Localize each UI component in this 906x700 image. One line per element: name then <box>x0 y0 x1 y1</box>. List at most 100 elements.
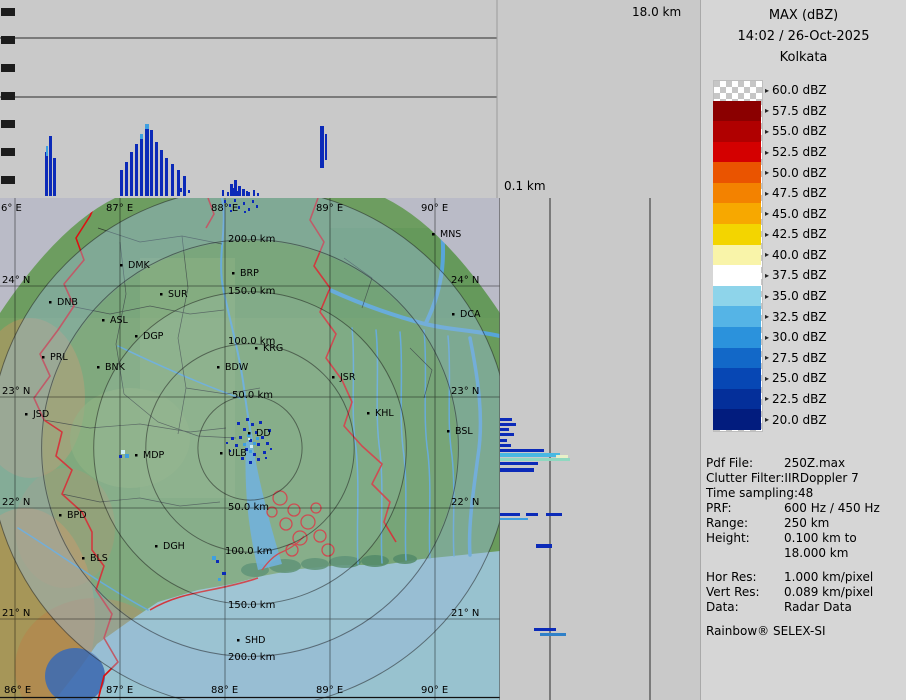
city-label: BNK <box>105 362 126 373</box>
city-label: DMK <box>128 260 151 271</box>
lon-label: 90° E <box>421 685 448 696</box>
city-label: ULB <box>228 448 247 459</box>
scale-row: ▸ 50.0 dBZ <box>713 162 903 183</box>
city-label: DGH <box>163 541 185 552</box>
scale-swatch <box>713 347 761 369</box>
info-row: Vert Res: 0.089 km/pixel <box>706 585 904 600</box>
scale-row: ▸ 30.0 dBZ <box>713 326 903 348</box>
info-label: Pdf File: <box>706 456 754 470</box>
top-height-axis-label: 18.0 km <box>632 5 681 19</box>
scale-label: 40.0 dBZ <box>772 247 827 262</box>
product-title: MAX (dBZ) <box>768 8 839 23</box>
lat-label: 23° N <box>451 386 479 397</box>
side-height-profile-panel <box>500 198 700 700</box>
scale-swatch <box>713 285 761 307</box>
radar-map: 6° E 87° E 88° E 89° E 90° E 86° E 87° E… <box>0 198 500 700</box>
scale-marker-icon: ▸ <box>765 250 770 260</box>
echo-height-bars <box>500 418 570 636</box>
scale-marker-icon: ▸ <box>765 147 770 157</box>
city-label: MNS <box>440 229 461 240</box>
city-label: DGP <box>143 331 164 342</box>
info-value: 250 km <box>784 516 830 530</box>
info-label: Data: <box>706 600 739 614</box>
scale-row: ▸ 60.0 dBZ <box>713 80 903 101</box>
scale-row: ▸ 40.0 dBZ <box>713 244 903 266</box>
scale-label: 57.5 dBZ <box>772 103 827 118</box>
lat-label: 21° N <box>451 608 479 619</box>
info-label: PRF: <box>706 501 732 515</box>
scale-marker-icon: ▸ <box>765 332 770 342</box>
scale-swatch <box>713 121 761 142</box>
color-scale: ▸ 60.0 dBZ ▸ 57.5 dBZ ▸ 55.0 dBZ ▸ 52.5 dBZ … <box>713 80 903 432</box>
scale-label: 55.0 dBZ <box>772 124 827 139</box>
info-value: 250Z.max <box>784 456 846 470</box>
city-label: SHD <box>245 635 266 646</box>
scale-label: 20.0 dBZ <box>772 412 827 427</box>
info-row: Clutter Filter: IIRDoppler 7 <box>706 471 904 486</box>
scale-row: ▸ 52.5 dBZ <box>713 141 903 163</box>
height-axis-ticks <box>1 8 15 184</box>
scale-label: 35.0 dBZ <box>772 289 827 304</box>
lat-label: 23° N <box>2 386 30 397</box>
scale-row: ▸ 55.0 dBZ <box>713 121 903 142</box>
scale-marker-icon: ▸ <box>765 291 770 301</box>
scale-marker-icon: ▸ <box>765 394 770 404</box>
scale-swatch <box>713 100 761 122</box>
city-label: BRP <box>240 268 259 279</box>
lon-label: 86° E <box>4 685 31 696</box>
info-label: Range: <box>706 516 749 530</box>
height-gridlines <box>0 37 497 98</box>
city-label: BDW <box>225 362 249 373</box>
city-label: DNB <box>57 297 78 308</box>
city-label: PRL <box>50 352 68 363</box>
scale-marker-icon: ▸ <box>765 85 770 95</box>
height-gridlines <box>549 198 651 700</box>
lon-label: 6° E <box>1 203 22 214</box>
scale-swatch <box>713 409 761 430</box>
lat-label: 24° N <box>451 275 479 286</box>
scale-row: ▸ 32.5 dBZ <box>713 306 903 327</box>
info-row: Time sampling: 48 <box>706 486 904 501</box>
top-height-profile-panel: 18.0 km 0.1 km <box>0 0 700 198</box>
info-value: 0.089 km/pixel <box>784 585 874 599</box>
scale-row: ▸ 35.0 dBZ <box>713 285 903 307</box>
range-ring-label: 200.0 km <box>228 234 275 245</box>
lon-label: 87° E <box>106 685 133 696</box>
range-ring-label: 50.0 km <box>232 390 273 401</box>
scale-marker-icon: ▸ <box>765 106 770 116</box>
scale-swatch <box>713 80 761 101</box>
scale-label: 60.0 dBZ <box>772 83 827 98</box>
lon-label: 88° E <box>211 685 238 696</box>
city-label: DD <box>256 428 271 439</box>
info-value: 18.000 km <box>784 546 849 560</box>
city-label: JSD <box>32 409 49 420</box>
scale-swatch <box>713 162 761 183</box>
lat-label: 22° N <box>2 497 30 508</box>
scale-label: 50.0 dBZ <box>772 165 827 180</box>
range-ring-label: 150.0 km <box>228 600 275 611</box>
info-row: 18.000 km <box>706 546 904 561</box>
scale-label: 25.0 dBZ <box>772 371 827 386</box>
radar-application: { "top_profile": {"height_label": "18.0 … <box>0 0 906 700</box>
scale-marker-icon: ▸ <box>765 126 770 136</box>
scale-row: ▸ 42.5 dBZ <box>713 224 903 245</box>
lon-label: 89° E <box>316 685 343 696</box>
scale-row: ▸ 37.5 dBZ <box>713 265 903 286</box>
info-label: Height: <box>706 531 750 545</box>
city-label: SUR <box>168 289 188 300</box>
lon-label: 89° E <box>316 203 343 214</box>
info-value: IIRDoppler 7 <box>784 471 859 485</box>
range-ring-label: 50.0 km <box>228 502 269 513</box>
scale-swatch <box>713 182 761 204</box>
scale-swatch <box>713 203 761 225</box>
scale-row: ▸ 57.5 dBZ <box>713 100 903 122</box>
scale-swatch <box>713 224 761 245</box>
info-value: 0.100 km to <box>784 531 857 545</box>
scale-label: 32.5 dBZ <box>772 309 827 324</box>
scale-marker-icon: ▸ <box>765 353 770 363</box>
city-label: BSL <box>455 426 473 437</box>
radar-site: Kolkata <box>779 50 828 65</box>
city-label: BPD <box>67 510 87 521</box>
info-value: Radar Data <box>784 600 852 614</box>
info-value: 1.000 km/pixel <box>784 570 874 584</box>
